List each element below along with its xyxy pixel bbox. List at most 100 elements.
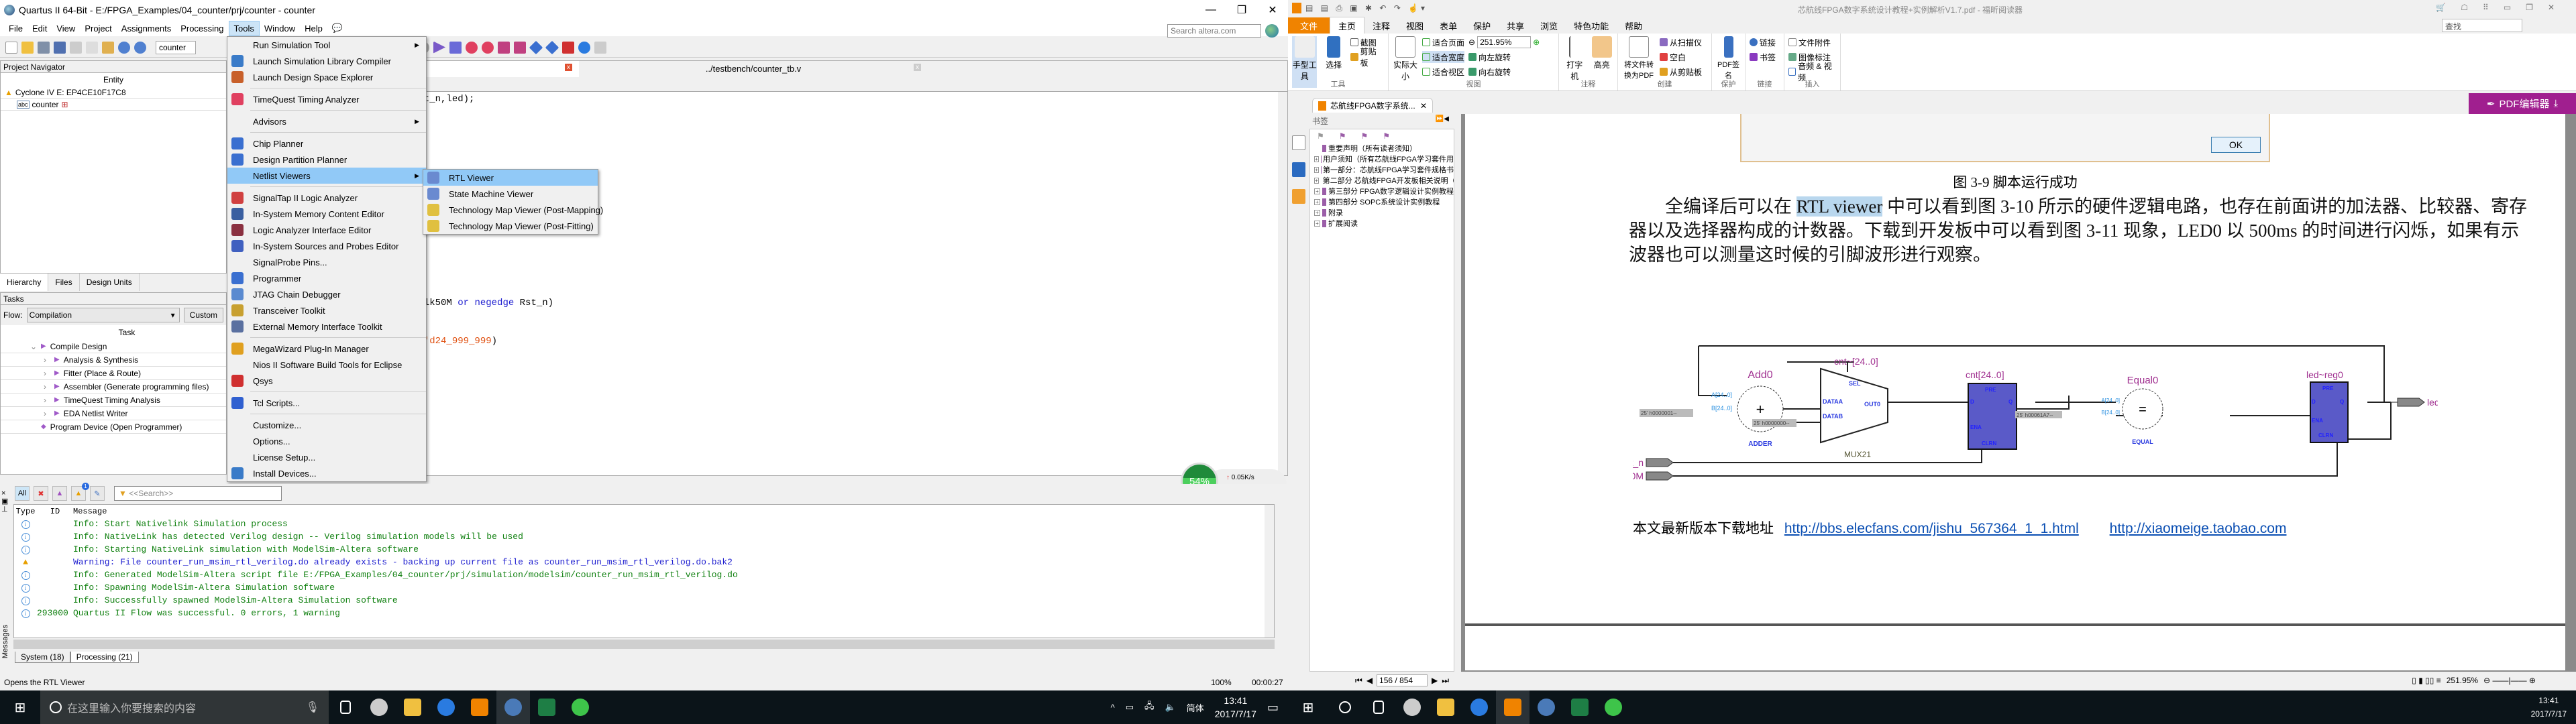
previous-page-icon[interactable]: ◀ xyxy=(1366,676,1373,685)
panel-collapse-icon[interactable]: ⏩◀ xyxy=(1436,115,1449,123)
ribbon-tab-8[interactable]: 特色功能 xyxy=(1566,17,1617,34)
task-row[interactable]: › ▶ EDA Netlist Writer xyxy=(1,407,226,420)
taskbar-app-sogou-browser[interactable] xyxy=(429,690,463,724)
bookmark-item[interactable]: + 用户须知（所有芯航线FPGA学习套件用 xyxy=(1310,154,1454,164)
message-row[interactable]: i Info: Start Nativelink Simulation proce… xyxy=(14,518,1274,530)
help-icon[interactable] xyxy=(578,41,590,54)
ribbon-tab-5[interactable]: 保护 xyxy=(1465,17,1499,34)
task-view-button[interactable] xyxy=(329,690,362,724)
find-input[interactable]: 查找 xyxy=(2442,19,2522,32)
menu-item-megawizard-plug-in-manager[interactable]: MegaWizard Plug-In Manager xyxy=(227,341,426,357)
device-row[interactable]: ▲ Cyclone IV E: EP4CE10F17C8 xyxy=(1,86,226,99)
menu-item-license-setup[interactable]: License Setup... xyxy=(227,449,426,465)
task-row[interactable]: › ▶ Assembler (Generate programming files) xyxy=(1,380,226,394)
submenu-item-rtl-viewer[interactable]: RTL Viewer xyxy=(423,170,598,186)
menu-item-transceiver-toolkit[interactable]: Transceiver Toolkit xyxy=(227,302,426,318)
submenu-item-technology-map-viewer-post-fitting[interactable]: Technology Map Viewer (Post-Fitting) xyxy=(423,218,598,234)
ribbon-tab-3[interactable]: 视图 xyxy=(1398,17,1432,34)
altera-search-input[interactable]: Search altera.com xyxy=(1167,24,1261,38)
chevron-down-icon[interactable]: ⌄ xyxy=(30,342,37,351)
next-page-icon[interactable]: ▶ xyxy=(1432,676,1438,685)
task-row[interactable]: › ▶ Fitter (Place & Route) xyxy=(1,367,226,380)
first-page-icon[interactable]: ⏮ xyxy=(1355,676,1362,686)
message-tab-processing[interactable]: Processing (21) xyxy=(70,652,139,663)
taskbar-app-file-explorer[interactable] xyxy=(1429,690,1462,724)
task-row[interactable]: › ▶ Analysis & Synthesis xyxy=(1,353,226,367)
bookmark-item[interactable]: + 第一部分：芯航线FPGA学习套件规格书 xyxy=(1310,164,1454,175)
zoom-select[interactable]: 251.95% xyxy=(1477,36,1532,48)
comments-side-icon[interactable] xyxy=(1292,189,1305,204)
new-file-icon[interactable] xyxy=(5,41,17,54)
taskbar-app-foxit[interactable] xyxy=(463,690,496,724)
play-icon[interactable]: ▶ xyxy=(54,369,60,377)
bookmark-item[interactable]: + 第三部分 FPGA数字逻辑设计实例教程 xyxy=(1310,186,1454,196)
customize-button[interactable]: Custom xyxy=(183,308,223,322)
minimize-button[interactable]: — xyxy=(1195,0,1226,20)
flow-select[interactable]: Compilation ▾ xyxy=(26,308,180,322)
ribbon-tab-9[interactable]: 帮助 xyxy=(1617,17,1650,34)
menu-item-chip-planner[interactable]: Chip Planner xyxy=(227,135,426,152)
microphone-icon[interactable]: 🎙 xyxy=(306,701,319,714)
feedback-icon[interactable] xyxy=(594,41,606,54)
bookmark-item[interactable]: + 第二部分 芯航线FPGA开发板相关说明（ xyxy=(1310,175,1454,186)
sim-icon[interactable] xyxy=(498,41,510,54)
redo-icon[interactable] xyxy=(134,41,146,54)
menu-file[interactable]: File xyxy=(4,21,28,36)
save-icon[interactable] xyxy=(38,41,50,54)
filter-all-button[interactable]: All xyxy=(15,486,30,501)
play-icon[interactable]: ▶ xyxy=(54,410,60,417)
rotate-right-button[interactable]: 向右旋转 xyxy=(1468,66,1540,78)
menu-window[interactable]: Window xyxy=(260,21,300,36)
add-bookmark-icon[interactable]: ⚑ xyxy=(1339,131,1346,141)
filter-suppressed-button[interactable]: ✎ xyxy=(90,486,105,501)
page-number-input[interactable]: 156 / 854 xyxy=(1377,674,1428,686)
feedback-icon[interactable]: 💬 xyxy=(327,21,347,36)
globe-icon[interactable] xyxy=(1265,24,1279,38)
fit-page-button[interactable]: 适合页面 xyxy=(1422,36,1464,48)
menu-item-nios-ii-software-build-tools-for-eclipse[interactable]: Nios II Software Build Tools for Eclipse xyxy=(227,357,426,373)
menu-item-launch-design-space-explorer[interactable]: Launch Design Space Explorer xyxy=(227,69,426,85)
clock[interactable]: 13:41 2017/7/17 xyxy=(1215,694,1256,721)
bookmark-item[interactable]: + 附录 xyxy=(1310,207,1454,218)
menu-item-signalprobe-pins[interactable]: SignalProbe Pins... xyxy=(227,254,426,270)
goto-bookmark-icon[interactable]: ⚑ xyxy=(1361,131,1368,141)
qsys-toolbar-icon[interactable] xyxy=(562,41,574,54)
ribbon-tab-4[interactable]: 表单 xyxy=(1432,17,1465,34)
taskbar-app-foxit[interactable] xyxy=(1496,690,1529,724)
bookmark-item[interactable]: + 第四部分 SOPC系统设计实例教程 xyxy=(1310,196,1454,207)
timequest-icon[interactable] xyxy=(466,41,478,54)
menu-project[interactable]: Project xyxy=(80,21,116,36)
jtag-toolbar-icon[interactable] xyxy=(545,40,559,54)
menu-item-signaltap-ii-logic-analyzer[interactable]: SignalTap II Logic Analyzer xyxy=(227,190,426,206)
taskbar-app-quartus[interactable] xyxy=(496,690,530,724)
entity-row[interactable]: abc counter ⊞ xyxy=(1,99,226,111)
tab-hierarchy[interactable]: Hierarchy xyxy=(0,274,49,291)
blank-button[interactable]: 空白 xyxy=(1660,51,1702,63)
menu-item-in-system-sources-and-probes-editor[interactable]: In-System Sources and Probes Editor xyxy=(227,238,426,254)
analyze-icon[interactable] xyxy=(449,41,462,54)
task-view-button[interactable] xyxy=(1362,690,1395,724)
audio-video-button[interactable]: 音频 & 视频 xyxy=(1788,62,1836,82)
tab-design-units[interactable]: Design Units xyxy=(80,274,140,291)
menu-item-in-system-memory-content-editor[interactable]: In-System Memory Content Editor xyxy=(227,206,426,222)
document-tab[interactable]: 芯航线FPGA数字系统... ✕ xyxy=(1312,98,1433,113)
clock[interactable]: 13:41 2017/7/17 xyxy=(2531,694,2567,721)
message-tab-system[interactable]: System (18) xyxy=(15,652,70,663)
rotate-left-button[interactable]: 向左旋转 xyxy=(1468,51,1540,63)
elecfans-link[interactable]: http://bbs.elecfans.com/jishu_567364_1_1… xyxy=(1784,521,2079,536)
taskbar-app-wechat[interactable] xyxy=(564,690,597,724)
volume-icon[interactable]: 🔈 xyxy=(1165,702,1175,713)
expand-icon[interactable]: + xyxy=(1314,166,1319,173)
menu-item-external-memory-interface-toolkit[interactable]: External Memory Interface Toolkit xyxy=(227,318,426,335)
message-search-input[interactable]: ▼ <<Search>> xyxy=(114,486,282,501)
pdf-page[interactable]: OK 图 3-9 脚本运行成功 全编译后可以在 RTL viewer 中可以看到… xyxy=(1465,114,2565,670)
network-icon[interactable]: 🖧 xyxy=(1144,700,1155,715)
taobao-link[interactable]: http://xiaomeige.taobao.com xyxy=(2110,521,2287,536)
tray-overflow-icon[interactable]: ^ xyxy=(1111,703,1115,713)
editor-tab-testbench[interactable]: ../testbench/counter_tb.v x xyxy=(579,61,928,77)
zoom-slider[interactable]: ⊖ ——|—— ⊕ xyxy=(2483,676,2536,685)
taskbar-app-excel[interactable] xyxy=(530,690,564,724)
project-combo[interactable]: counter xyxy=(156,40,196,54)
expand-icon[interactable]: + xyxy=(1314,177,1319,184)
windows-start-button[interactable]: ⊞ xyxy=(0,690,40,724)
